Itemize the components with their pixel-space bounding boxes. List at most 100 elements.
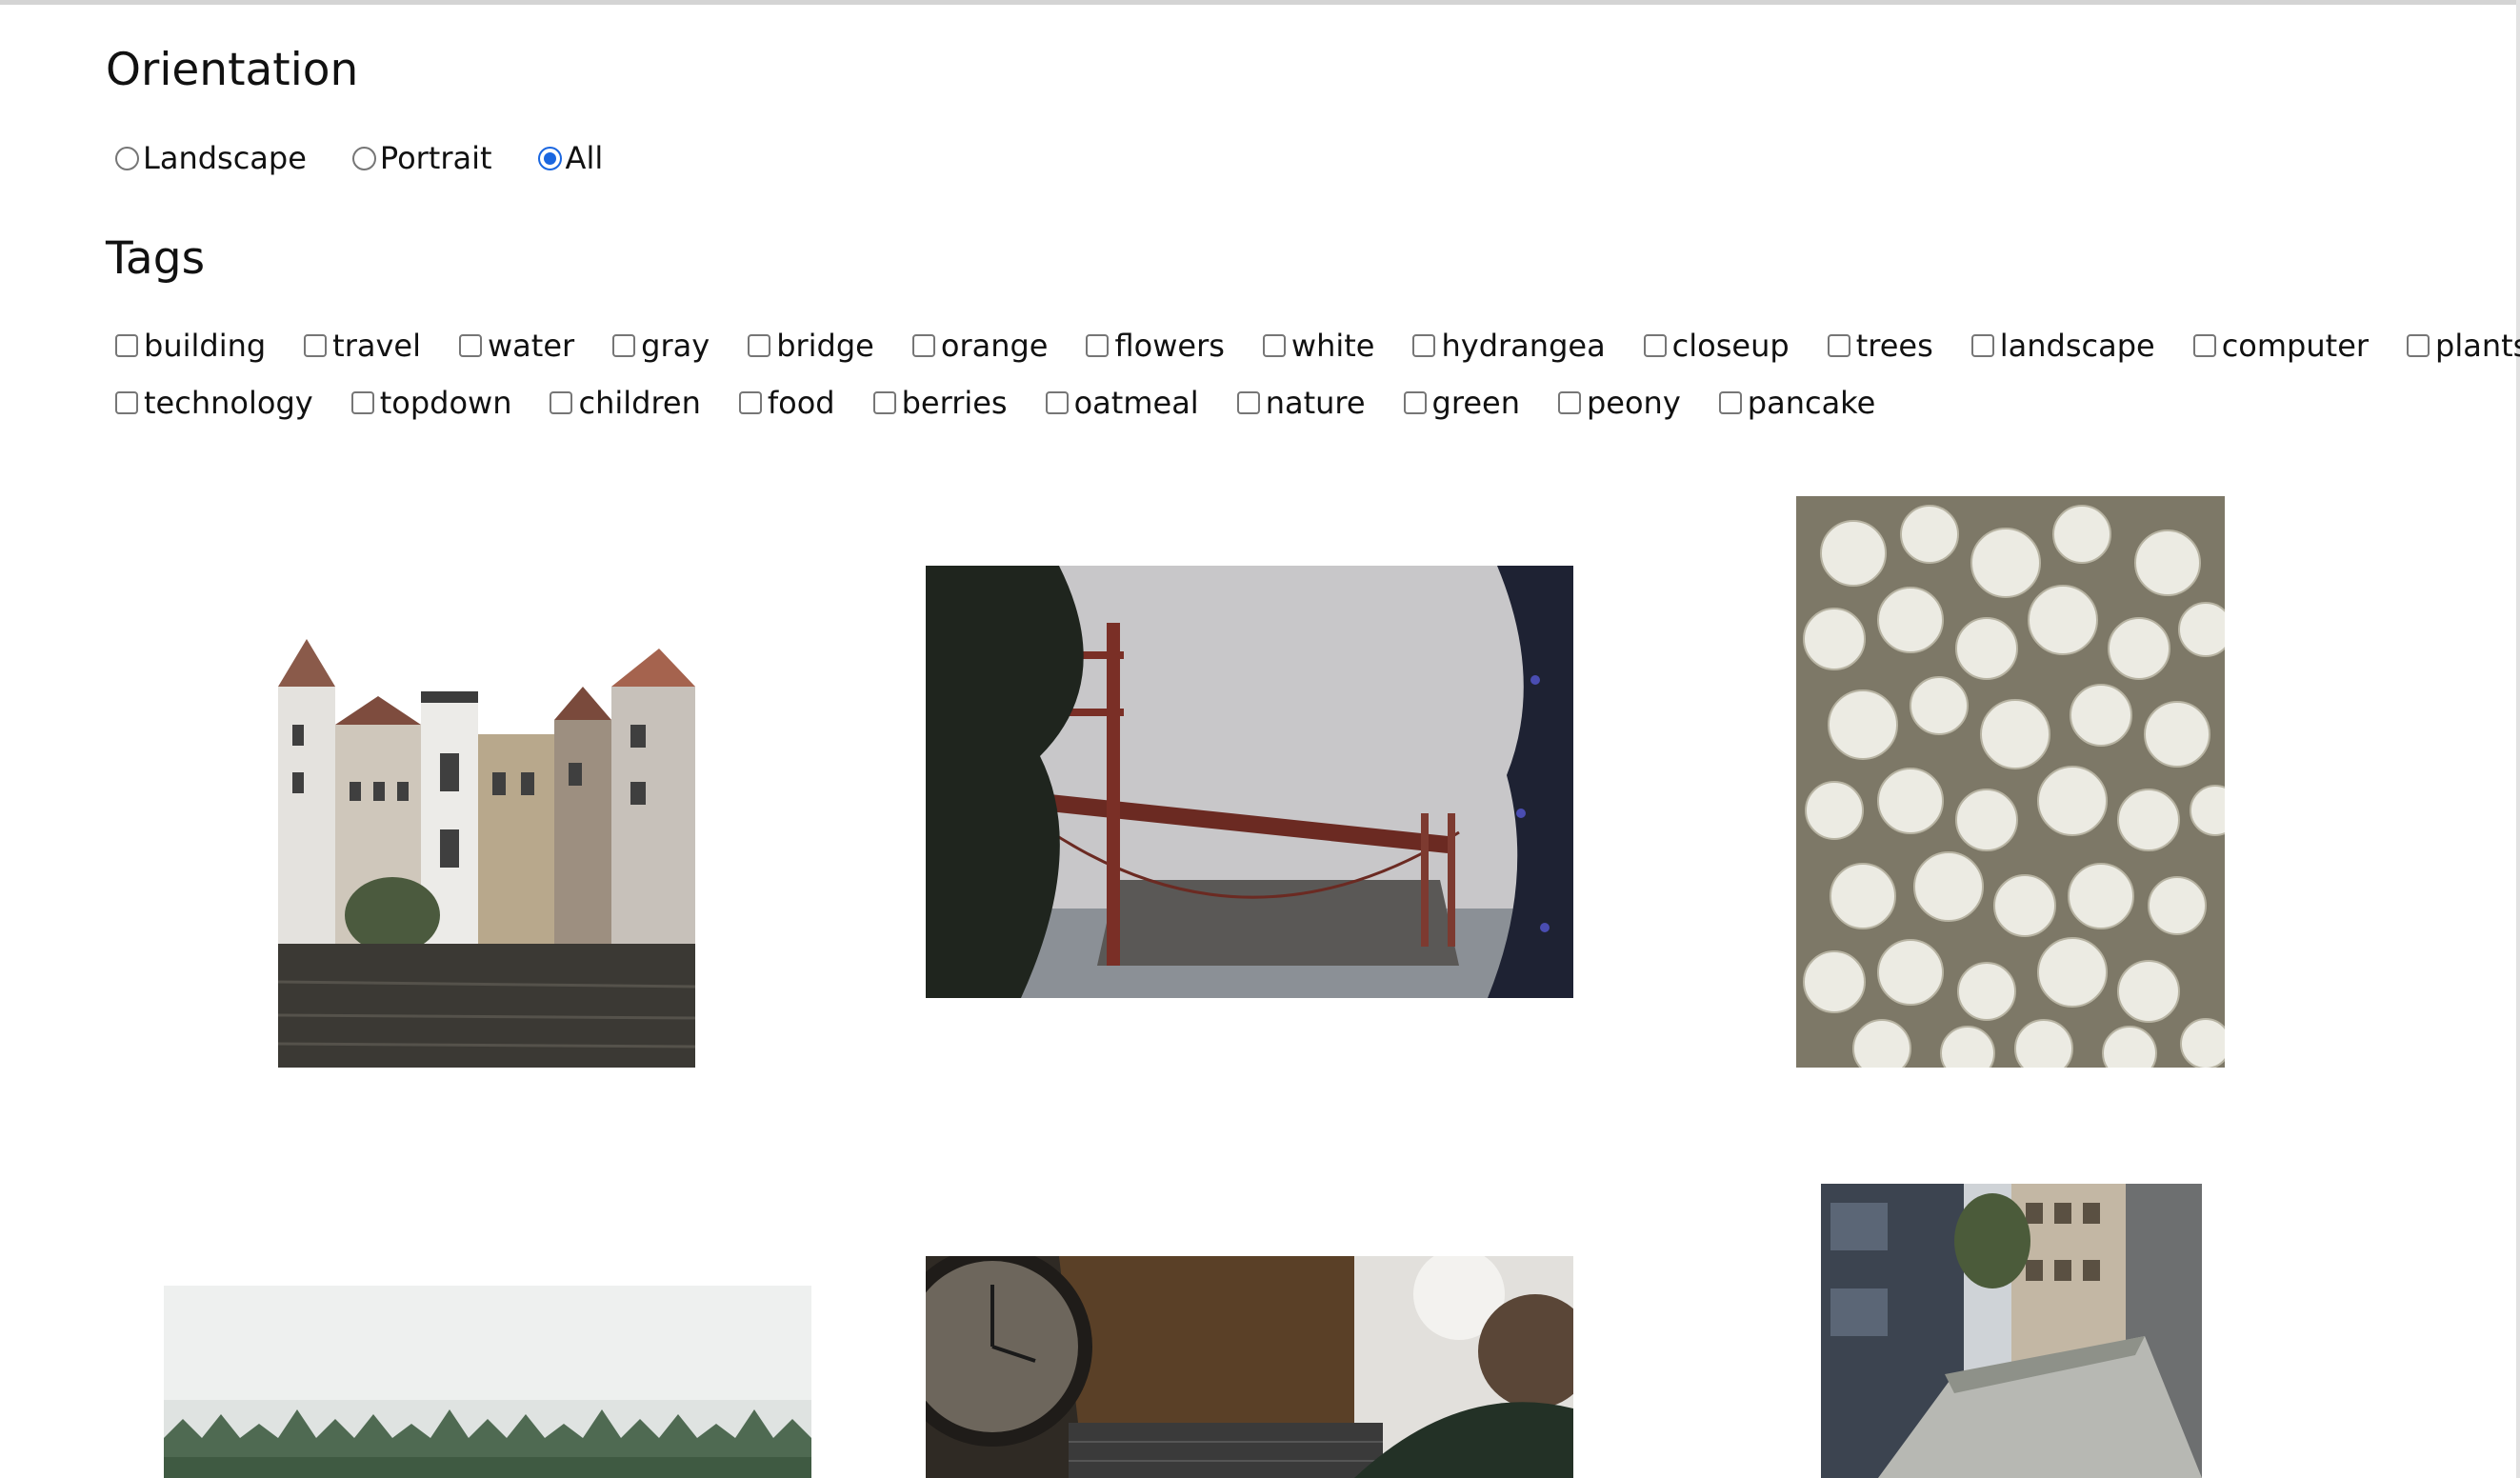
tag-travel[interactable]: travel: [294, 328, 421, 364]
tag-bridge[interactable]: bridge: [738, 328, 874, 364]
tag-trees[interactable]: trees: [1818, 328, 1933, 364]
checkbox[interactable]: [738, 391, 762, 414]
checkbox[interactable]: [748, 334, 771, 357]
tag-label: bridge: [776, 328, 874, 364]
checkbox[interactable]: [115, 391, 138, 414]
checkbox[interactable]: [1045, 391, 1069, 414]
checkbox[interactable]: [304, 334, 328, 357]
tag-label: water: [488, 328, 575, 364]
tag-label: orange: [940, 328, 1049, 364]
photo-misty-forest[interactable]: [164, 1286, 811, 1478]
tag-label: berries: [901, 385, 1008, 421]
tag-label: computer: [2221, 328, 2370, 364]
checkbox[interactable]: [1643, 334, 1667, 357]
tag-label: topdown: [379, 385, 512, 421]
tag-closeup[interactable]: closeup: [1634, 328, 1790, 364]
tag-label: trees: [1855, 328, 1933, 364]
tag-gray[interactable]: gray: [603, 328, 710, 364]
tag-plants[interactable]: plants: [2397, 328, 2520, 364]
orientation-option-landscape[interactable]: Landscape: [106, 140, 307, 176]
canal-buildings-image: [278, 496, 695, 1068]
photo-desk-topdown[interactable]: [926, 1256, 1573, 1478]
tag-label: plants: [2435, 328, 2520, 364]
tag-label: pancake: [1747, 385, 1876, 421]
tag-label: travel: [332, 328, 421, 364]
tag-label: white: [1290, 328, 1375, 364]
orientation-option-portrait[interactable]: Portrait: [343, 140, 492, 176]
checkbox[interactable]: [1262, 334, 1286, 357]
misty-forest-image: [164, 1286, 811, 1478]
radio-all[interactable]: [537, 146, 562, 170]
tag-flowers[interactable]: flowers: [1076, 328, 1225, 364]
checkbox[interactable]: [1970, 334, 1994, 357]
tag-computer[interactable]: computer: [2184, 328, 2369, 364]
checkbox[interactable]: [350, 391, 374, 414]
tags-row-2: technology topdown children food berries…: [106, 384, 1904, 422]
photo-foggy-bridge[interactable]: [926, 566, 1573, 998]
orientation-option-label: All: [565, 140, 604, 176]
tag-nature[interactable]: nature: [1228, 385, 1366, 421]
tag-landscape[interactable]: landscape: [1962, 328, 2155, 364]
tag-label: building: [144, 328, 267, 364]
checkbox[interactable]: [1412, 334, 1436, 357]
alley-image: [1821, 1184, 2202, 1478]
checkbox[interactable]: [550, 391, 573, 414]
orientation-option-all[interactable]: All: [529, 140, 604, 176]
checkbox[interactable]: [1403, 391, 1427, 414]
tag-label: landscape: [1999, 328, 2155, 364]
photo-canal-buildings[interactable]: [278, 496, 695, 1068]
tags-row-1: building travel water gray bridge orange…: [106, 327, 2520, 365]
checkbox[interactable]: [911, 334, 935, 357]
checkbox[interactable]: [459, 334, 482, 357]
desk-topdown-image: [926, 1256, 1573, 1478]
tag-food[interactable]: food: [730, 385, 835, 421]
tag-label: peony: [1586, 385, 1681, 421]
checkbox[interactable]: [115, 334, 138, 357]
tag-building[interactable]: building: [106, 328, 266, 364]
tag-label: closeup: [1671, 328, 1790, 364]
tag-label: hydrangea: [1441, 328, 1606, 364]
tag-hydrangea[interactable]: hydrangea: [1403, 328, 1606, 364]
tag-peony[interactable]: peony: [1549, 385, 1681, 421]
orientation-option-label: Portrait: [379, 140, 492, 176]
gallery-page: Orientation Landscape Portrait All Tags …: [0, 0, 2520, 1478]
tag-children[interactable]: children: [540, 385, 701, 421]
photo-alley[interactable]: [1821, 1184, 2202, 1478]
tag-topdown[interactable]: topdown: [342, 385, 512, 421]
tag-oatmeal[interactable]: oatmeal: [1036, 385, 1199, 421]
tags-heading: Tags: [106, 232, 206, 285]
tag-technology[interactable]: technology: [106, 385, 313, 421]
tag-water[interactable]: water: [450, 328, 574, 364]
tag-berries[interactable]: berries: [864, 385, 1008, 421]
checkbox[interactable]: [1827, 334, 1850, 357]
checkbox[interactable]: [612, 334, 636, 357]
checkbox[interactable]: [2192, 334, 2216, 357]
orientation-heading: Orientation: [106, 44, 359, 96]
checkbox[interactable]: [1557, 391, 1581, 414]
radio-portrait[interactable]: [351, 146, 376, 170]
tag-label: children: [578, 385, 701, 421]
tag-label: technology: [144, 385, 313, 421]
orientation-option-label: Landscape: [143, 140, 307, 176]
checkbox[interactable]: [872, 391, 896, 414]
radio-landscape[interactable]: [115, 146, 139, 170]
tag-label: food: [767, 385, 835, 421]
foggy-bridge-image: [926, 566, 1573, 998]
checkbox[interactable]: [1236, 391, 1260, 414]
checkbox[interactable]: [1086, 334, 1110, 357]
hydrangea-image: [1796, 496, 2225, 1068]
orientation-options: Landscape Portrait All: [106, 139, 639, 177]
tag-label: flowers: [1114, 328, 1225, 364]
scrollbar-track[interactable]: [2516, 0, 2520, 1478]
tag-pancake[interactable]: pancake: [1710, 385, 1875, 421]
tag-label: oatmeal: [1073, 385, 1199, 421]
checkbox[interactable]: [2407, 334, 2430, 357]
tag-label: gray: [641, 328, 710, 364]
photo-white-hydrangea[interactable]: [1796, 496, 2225, 1068]
tag-label: nature: [1265, 385, 1366, 421]
tag-green[interactable]: green: [1394, 385, 1520, 421]
tag-white[interactable]: white: [1253, 328, 1375, 364]
tag-label: green: [1431, 385, 1520, 421]
checkbox[interactable]: [1718, 391, 1742, 414]
tag-orange[interactable]: orange: [903, 328, 1049, 364]
